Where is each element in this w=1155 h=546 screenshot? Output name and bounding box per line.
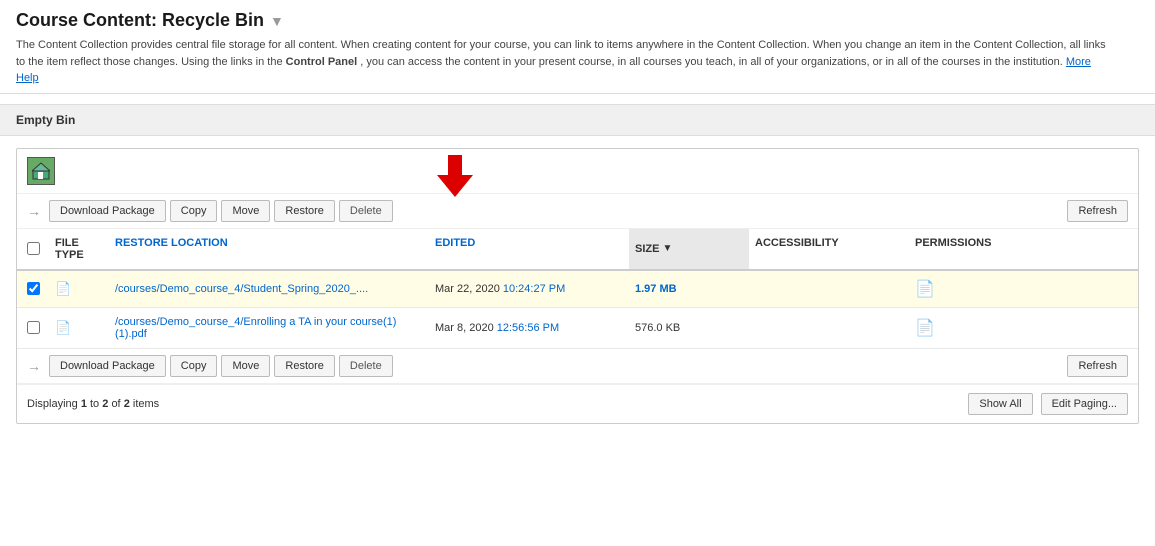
top-toolbar — [17, 149, 1138, 194]
refresh-button-top[interactable]: Refresh — [1067, 200, 1128, 222]
restore-button-bottom[interactable]: Restore — [274, 355, 335, 377]
row-1-location[interactable]: /courses/Demo_course_4/Student_Spring_20… — [109, 275, 429, 303]
content-area: → Download Package Copy Move Restore Del… — [16, 148, 1139, 424]
row-1-checkbox[interactable] — [27, 282, 40, 295]
edit-paging-button[interactable]: Edit Paging... — [1041, 393, 1128, 415]
restore-button-top[interactable]: Restore — [274, 200, 335, 222]
row-2-location[interactable]: /courses/Demo_course_4/Enrolling a TA in… — [109, 308, 429, 348]
permissions-file-icon-2: 📄 — [915, 320, 935, 337]
table-row: 📄 /courses/Demo_course_4/Enrolling a TA … — [17, 308, 1138, 349]
select-all-checkbox[interactable] — [27, 242, 40, 255]
download-package-button-bottom[interactable]: Download Package — [49, 355, 166, 377]
row-1-permissions: 📄 — [909, 271, 1029, 307]
row-2-filetype: 📄 — [49, 312, 109, 344]
delete-button-top[interactable]: Delete — [339, 200, 393, 222]
page-header: Course Content: Recycle Bin ▼ The Conten… — [0, 0, 1155, 94]
doc-file-icon: 📄 — [55, 281, 71, 296]
delete-button-bottom[interactable]: Delete — [339, 355, 393, 377]
table-row: 📄 /courses/Demo_course_4/Student_Spring_… — [17, 271, 1138, 308]
home-icon — [32, 162, 50, 180]
nav-arrow-bottom: → — [27, 358, 41, 374]
row-2-accessibility — [749, 320, 909, 336]
nav-arrow-top: → — [27, 203, 41, 219]
col-file-type: FILE TYPE — [49, 229, 109, 269]
refresh-button-bottom[interactable]: Refresh — [1067, 355, 1128, 377]
col-restore-location[interactable]: RESTORE LOCATION — [109, 229, 429, 269]
page-wrapper: Course Content: Recycle Bin ▼ The Conten… — [0, 0, 1155, 424]
col-size[interactable]: SIZE ▼ — [629, 229, 749, 269]
row-1-size: 1.97 MB — [629, 275, 749, 303]
move-button-top[interactable]: Move — [221, 200, 270, 222]
home-icon-btn[interactable] — [27, 157, 55, 185]
action-bar-top: → Download Package Copy Move Restore Del… — [17, 194, 1138, 229]
page-description: The Content Collection provides central … — [16, 37, 1116, 87]
show-all-button[interactable]: Show All — [968, 393, 1032, 415]
page-title: Course Content: Recycle Bin ▼ — [16, 10, 1139, 31]
row-1-accessibility — [749, 281, 909, 297]
col-edited[interactable]: EDITED — [429, 229, 629, 269]
action-bar-bottom: → Download Package Copy Move Restore Del… — [17, 349, 1138, 384]
permissions-file-icon-1: 📄 — [915, 281, 935, 298]
row-2-size: 576.0 KB — [629, 314, 749, 342]
empty-bin-bar: Empty Bin — [0, 104, 1155, 136]
sort-arrow-icon: ▼ — [662, 243, 672, 254]
move-button-bottom[interactable]: Move — [221, 355, 270, 377]
red-arrow-indicator — [437, 149, 473, 197]
pdf-file-icon: 📄 — [55, 320, 71, 335]
row-1-filetype: 📄 — [49, 273, 109, 305]
row-1-edited: Mar 22, 2020 10:24:27 PM — [429, 275, 629, 303]
col-accessibility: ACCESSIBILITY — [749, 229, 909, 269]
table-header: FILE TYPE RESTORE LOCATION EDITED SIZE ▼… — [17, 229, 1138, 271]
col-permissions: PERMISSIONS — [909, 229, 1029, 269]
copy-button-top[interactable]: Copy — [170, 200, 218, 222]
row-2-checkbox[interactable] — [27, 321, 40, 334]
row-2-permissions: 📄 — [909, 310, 1029, 346]
title-icon: ▼ — [270, 13, 284, 29]
copy-button-bottom[interactable]: Copy — [170, 355, 218, 377]
row-2-edited: Mar 8, 2020 12:56:56 PM — [429, 314, 629, 342]
download-package-button-top[interactable]: Download Package — [49, 200, 166, 222]
footer-bar: Displaying 1 to 2 of 2 items Show All Ed… — [17, 384, 1138, 423]
